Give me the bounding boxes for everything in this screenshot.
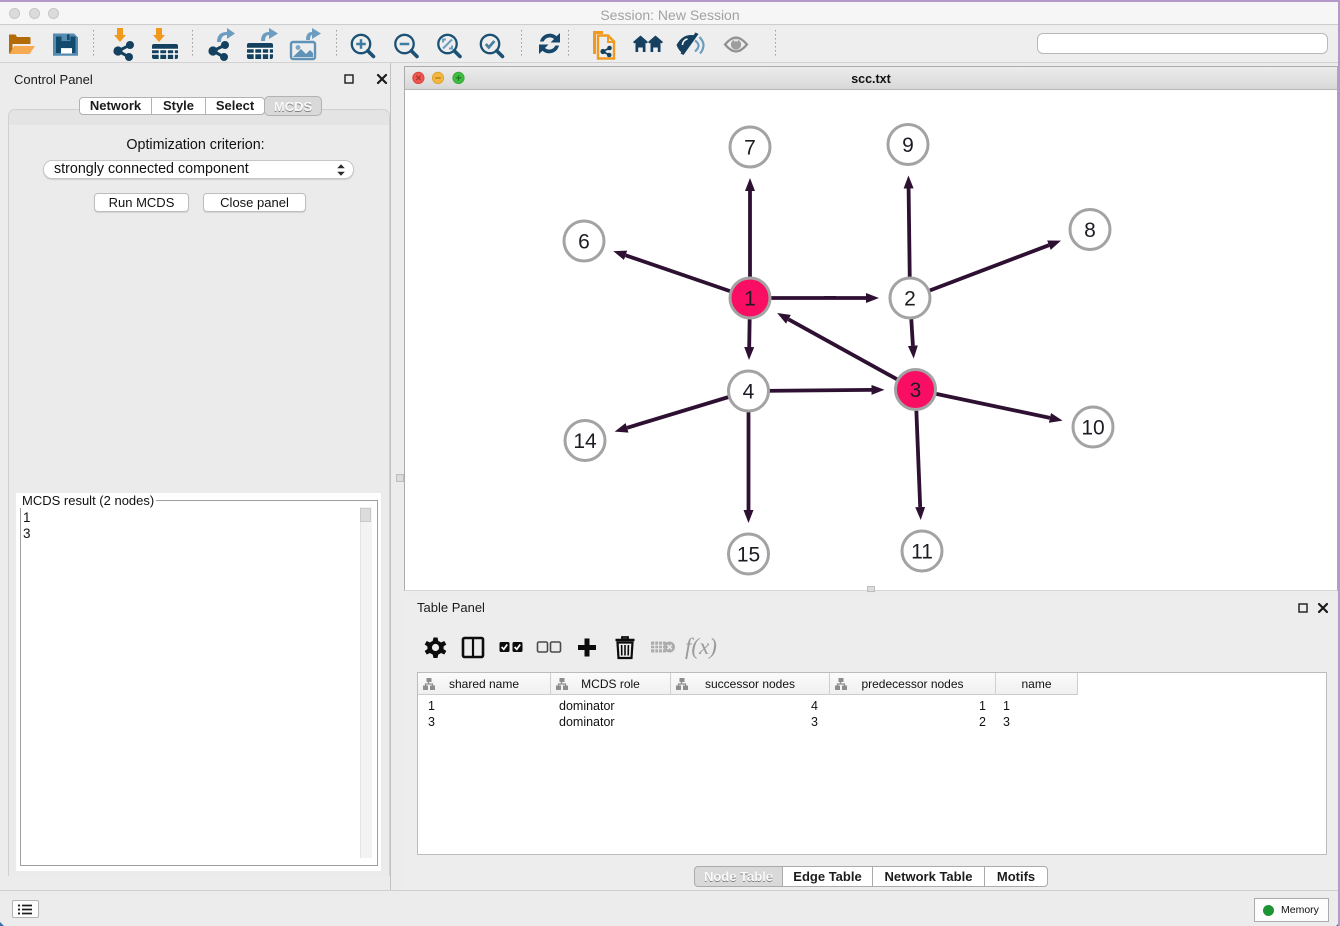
svg-text:1: 1	[744, 288, 756, 311]
svg-text:14: 14	[573, 430, 597, 453]
svg-text:7: 7	[744, 137, 756, 160]
svg-text:15: 15	[737, 544, 760, 567]
svg-text:4: 4	[743, 381, 755, 404]
svg-text:11: 11	[911, 541, 933, 564]
svg-text:10: 10	[1081, 417, 1104, 440]
svg-text:3: 3	[910, 379, 922, 402]
svg-text:2: 2	[904, 288, 916, 311]
svg-text:f(x): f(x)	[685, 634, 717, 659]
svg-text:6: 6	[578, 231, 590, 254]
svg-text:8: 8	[1084, 219, 1096, 242]
svg-text:9: 9	[902, 134, 914, 157]
